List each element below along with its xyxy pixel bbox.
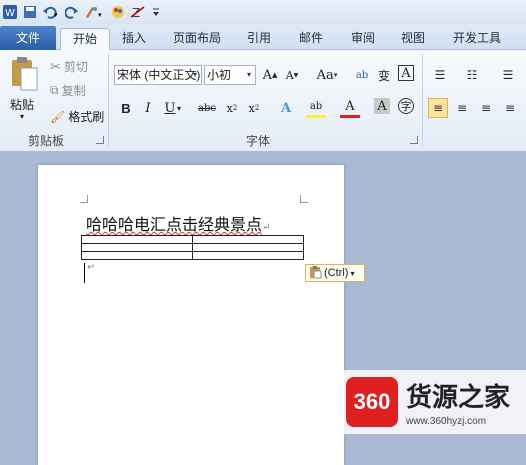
document-page[interactable] [38,165,344,465]
table-cell[interactable] [81,251,193,260]
font-size-combo[interactable]: 小初 ▾ [204,65,256,85]
paste-options-button[interactable]: (Ctrl) ▾ [305,264,365,282]
document-heading-text: 哈哈哈电汇点击经典景点 [86,215,263,234]
shrink-font-icon[interactable]: A ▼ [282,65,302,85]
watermark: 360 货源之家 www.360hyzj.com [340,370,526,434]
group-separator [108,54,109,146]
font-size-value: 小初 [207,68,232,82]
scissors-icon: ✂ [50,58,61,74]
tab-developer[interactable]: 开发工具 [446,28,508,50]
format-painter-label: 格式刷 [68,110,105,124]
cut-label: 剪切 [63,60,88,74]
char-border-box-icon[interactable]: A [398,65,414,81]
chevron-down-icon: ▾ [192,70,197,79]
paste-label: 粘贴 [10,98,35,112]
tab-view[interactable]: 视图 [394,28,432,50]
watermark-logo: 360 [346,377,398,427]
tab-file[interactable]: 文件 [0,26,56,50]
clipboard-icon [308,265,322,282]
brush-icon: 🖌 [50,109,66,124]
subscript-icon[interactable]: x2 [222,98,242,118]
ribbon: 粘贴 ▾ ✂ 剪切 ⧉ 复制 🖌 格式刷 剪贴板 宋体 (中文正文) ▾ 小初 … [0,50,526,152]
underline-dropdown-icon[interactable]: ▾ [174,98,184,118]
text-cursor [84,263,85,283]
italic-icon[interactable]: I [138,98,158,118]
table-row [81,235,304,244]
group-separator [422,54,423,146]
paste-icon [12,57,38,91]
char-shading-icon[interactable]: A [374,98,390,114]
superscript-icon[interactable]: x2 [244,98,264,118]
table-cell[interactable] [81,235,193,244]
font-group-label: 字体 [246,134,271,148]
watermark-url: www.360hyzj.com [406,416,487,427]
paragraph-mark-icon: ↵ [262,222,271,233]
table-row [81,251,304,260]
table-cell[interactable] [192,251,304,260]
grow-font-icon[interactable]: A ▲ [260,65,280,85]
numbering-icon[interactable]: ☷ [462,65,482,85]
redo-icon[interactable] [65,3,79,21]
tab-home[interactable]: 开始 [60,28,110,50]
clipboard-launcher-icon[interactable] [96,136,104,144]
svg-text:▾: ▾ [98,12,102,19]
watermark-name: 货源之家 [406,383,511,413]
char-border-icon[interactable]: 变 [374,65,394,85]
undo-icon[interactable]: ▾ [42,3,60,21]
save-icon[interactable] [23,3,37,21]
copy-button[interactable]: ⧉ 复制 [50,82,86,99]
format-painter-icon[interactable]: ▾ [84,3,106,21]
bold-icon[interactable]: B [116,98,136,118]
paragraph-mark-icon: ↵ [87,262,96,273]
enclose-char-icon[interactable]: 字 [398,98,414,114]
watermark-text: 货源之家 www.360hyzj.com [406,377,510,427]
clear-format-icon[interactable]: Z [130,3,146,21]
margin-corner-mark [300,195,308,203]
pinyin-guide-icon[interactable]: ab [352,65,372,85]
format-painter-button[interactable]: 🖌 格式刷 [50,108,104,125]
copy-icon: ⧉ [50,83,59,97]
strikethrough-icon[interactable]: abc [196,98,218,118]
table-cell[interactable] [81,243,193,252]
tab-references[interactable]: 引用 [240,28,278,50]
document-table[interactable] [81,235,304,260]
copy-label: 复制 [61,84,86,98]
paste-options-label: (Ctrl) [324,267,349,279]
document-heading[interactable]: 哈哈哈电汇点击经典景点↵ [86,211,270,235]
table-cell[interactable] [192,235,304,244]
align-left-icon[interactable]: ≡ [428,98,448,118]
clipboard-group-label: 剪贴板 [28,134,65,148]
tab-insert[interactable]: 插入 [116,28,152,50]
font-name-combo[interactable]: 宋体 (中文正文) ▾ [114,65,202,85]
svg-text:▾: ▾ [54,12,58,19]
table-row [81,243,304,252]
bullets-icon[interactable]: ☰ [430,65,450,85]
chevron-down-icon: ▾ [350,268,355,278]
font-name-value: 宋体 (中文正文) [117,68,201,82]
chevron-down-icon: ▾ [246,70,251,79]
word-app-icon[interactable]: W [2,3,18,21]
quick-access-toolbar: W ▾ ▾ Z [0,0,526,24]
text-effects-icon[interactable]: A [276,98,296,118]
change-case-icon[interactable]: Aa ▾ [312,65,342,85]
tab-mailings[interactable]: 邮件 [292,28,330,50]
ribbon-tabs: 文件 开始 插入 页面布局 引用 邮件 审阅 视图 开发工具 [0,24,526,50]
font-launcher-icon[interactable] [410,136,418,144]
margin-corner-mark [80,195,88,203]
align-right-icon[interactable]: ≡ [476,98,496,118]
paste-button[interactable]: 粘贴 ▾ [6,54,42,124]
customize-toolbar-icon[interactable] [151,3,161,21]
table-cell[interactable] [192,243,304,252]
align-center-icon[interactable]: ≡ [452,98,472,118]
tab-page-layout[interactable]: 页面布局 [166,28,228,50]
justify-icon[interactable]: ≡ [500,98,520,118]
color-palette-icon[interactable] [111,3,125,21]
cut-button[interactable]: ✂ 剪切 [50,58,88,75]
paste-dropdown-icon: ▾ [20,112,25,121]
svg-text:W: W [5,8,15,19]
tab-review[interactable]: 审阅 [344,28,382,50]
highlight-icon[interactable]: ab [306,98,326,118]
font-color-icon[interactable]: A [340,98,360,118]
multilevel-list-icon[interactable]: ☰ [498,65,518,85]
